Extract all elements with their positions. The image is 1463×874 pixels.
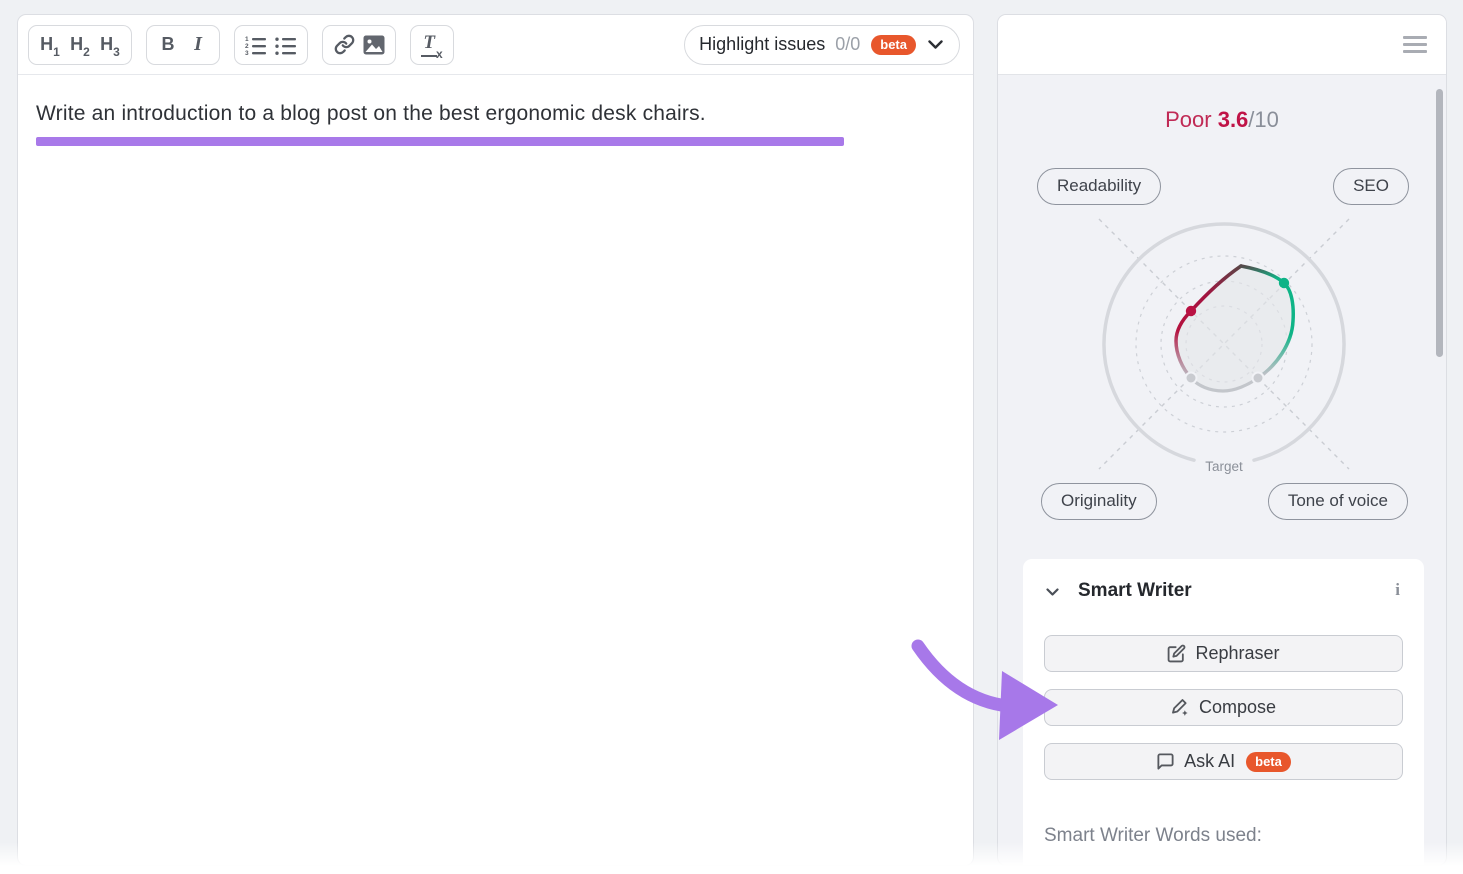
h2-letter: H xyxy=(70,34,83,55)
highlight-issues-label: Highlight issues xyxy=(699,34,825,55)
h2-digit: 2 xyxy=(83,45,90,59)
gauge-dot-seo xyxy=(1279,278,1289,288)
image-icon xyxy=(363,35,385,55)
link-button[interactable] xyxy=(329,28,359,62)
beta-badge: beta xyxy=(871,35,916,55)
highlight-issues-count: 0/0 xyxy=(835,34,860,55)
clear-format-sub: x xyxy=(436,47,443,61)
clear-formatting-button[interactable]: Tx xyxy=(417,28,447,62)
assistant-panel-header xyxy=(998,15,1446,75)
editor-toolbar: H1 H2 H3 B I 1 2 3 xyxy=(18,15,973,75)
clear-format-group: Tx xyxy=(410,25,454,65)
h1-button[interactable]: H1 xyxy=(35,28,65,62)
h3-digit: 3 xyxy=(113,45,120,59)
smart-writer-title: Smart Writer xyxy=(1078,580,1192,602)
h3-letter: H xyxy=(100,34,113,55)
h3-button[interactable]: H3 xyxy=(95,28,125,62)
menu-icon[interactable] xyxy=(1403,32,1427,57)
format-button-group: B I xyxy=(146,25,220,65)
unordered-list-icon xyxy=(275,35,297,55)
compose-button[interactable]: Compose xyxy=(1044,689,1403,726)
h1-letter: H xyxy=(40,34,53,55)
compose-magic-pen-icon xyxy=(1171,698,1190,717)
svg-text:3: 3 xyxy=(245,50,249,55)
score-value: 3.6 xyxy=(1218,107,1249,132)
editor-text[interactable]: Write an introduction to a blog post on … xyxy=(36,102,955,126)
list-button-group: 1 2 3 xyxy=(234,25,308,65)
highlight-issues-dropdown[interactable]: Highlight issues 0/0 beta xyxy=(684,25,960,65)
unordered-list-button[interactable] xyxy=(271,28,301,62)
info-icon[interactable]: i xyxy=(1395,580,1400,600)
chevron-down-icon xyxy=(928,40,943,49)
score-gauge-chart: Target xyxy=(1054,174,1394,514)
ordered-list-icon: 1 2 3 xyxy=(245,35,267,55)
insert-button-group xyxy=(322,25,396,65)
h2-button[interactable]: H2 xyxy=(65,28,95,62)
overall-score: Poor 3.6/10 xyxy=(998,107,1446,133)
clear-format-letter: T xyxy=(421,32,437,57)
gauge-dot-tone-of-voice xyxy=(1253,373,1264,384)
svg-text:2: 2 xyxy=(245,43,249,50)
editor-content-area[interactable]: Write an introduction to a blog post on … xyxy=(18,75,973,146)
ask-ai-beta-badge: beta xyxy=(1246,752,1291,772)
rephraser-label: Rephraser xyxy=(1195,643,1279,664)
smart-writer-card: Smart Writer i Rephraser Compose Ask AI … xyxy=(1023,559,1424,866)
collapse-chevron-icon[interactable] xyxy=(1046,588,1059,596)
svg-text:1: 1 xyxy=(245,36,249,43)
rephraser-button[interactable]: Rephraser xyxy=(1044,635,1403,672)
editor-panel: H1 H2 H3 B I 1 2 3 xyxy=(17,14,974,866)
link-icon xyxy=(334,34,355,55)
score-rating-label: Poor xyxy=(1165,107,1211,132)
ask-ai-button[interactable]: Ask AI beta xyxy=(1044,743,1403,780)
score-max: /10 xyxy=(1248,107,1279,132)
ask-ai-chat-icon xyxy=(1156,752,1175,771)
rephraser-edit-icon xyxy=(1167,644,1186,663)
ordered-list-button[interactable]: 1 2 3 xyxy=(241,28,271,62)
gauge-target-label: Target xyxy=(1205,459,1243,474)
compose-label: Compose xyxy=(1199,697,1276,718)
writing-assistant-panel: Poor 3.6/10 Readability SEO Originality … xyxy=(997,14,1447,866)
heading-button-group: H1 H2 H3 xyxy=(28,25,132,65)
image-button[interactable] xyxy=(359,28,389,62)
gauge-dot-originality xyxy=(1186,373,1197,384)
gauge-dot-readability xyxy=(1186,306,1196,316)
highlighted-sentence-underline xyxy=(36,137,844,146)
ask-ai-label: Ask AI xyxy=(1184,751,1235,772)
h1-digit: 1 xyxy=(53,45,60,59)
bold-button[interactable]: B xyxy=(153,28,183,62)
italic-button[interactable]: I xyxy=(183,28,213,62)
smart-writer-words-used-label: Smart Writer Words used: xyxy=(1044,825,1262,847)
